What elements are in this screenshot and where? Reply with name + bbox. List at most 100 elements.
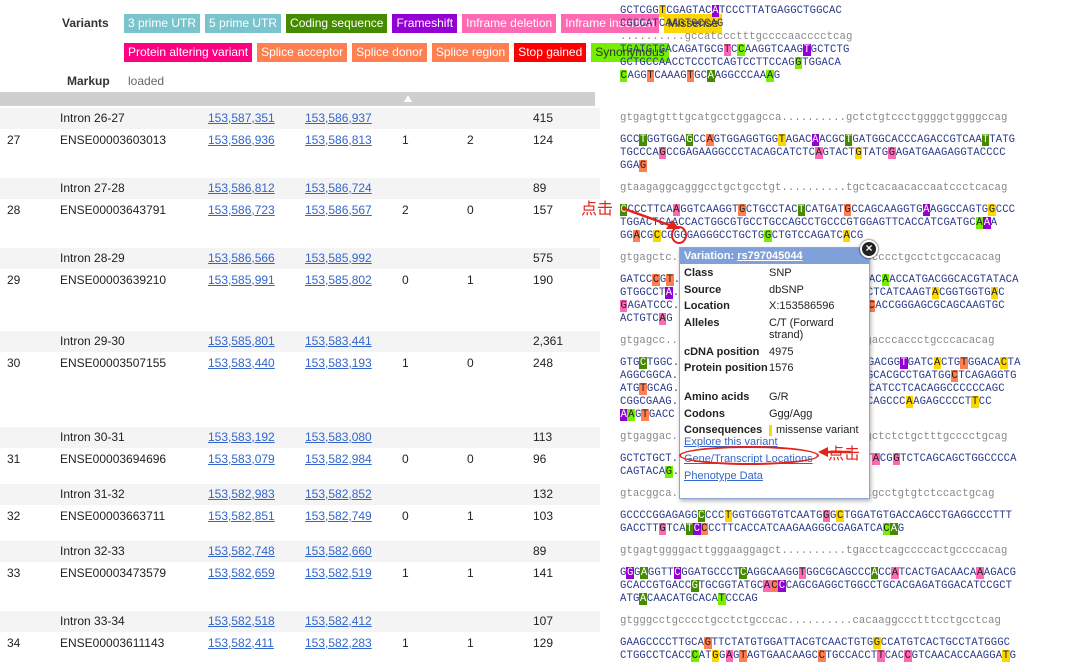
cell-phase-e: 0 <box>467 203 474 217</box>
collapse-bar[interactable] <box>0 92 595 106</box>
cell-end[interactable]: 153,586,813 <box>305 133 372 147</box>
sequence-line: GGAG <box>620 160 647 172</box>
cell-end[interactable]: 153,582,660 <box>305 544 372 558</box>
cell-start[interactable]: 153,586,936 <box>208 133 275 147</box>
coordinate-link[interactable]: 153,582,660 <box>305 544 372 558</box>
cell-start[interactable]: 153,585,801 <box>208 334 275 348</box>
popup-field-value: C/T (Forward strand) <box>769 316 834 341</box>
cell-start[interactable]: 153,583,440 <box>208 356 275 370</box>
coordinate-link[interactable]: 153,583,441 <box>305 334 372 348</box>
coordinate-link[interactable]: 153,582,659 <box>208 566 275 580</box>
coordinate-link[interactable]: 153,586,813 <box>305 133 372 147</box>
coordinate-link[interactable]: 153,585,991 <box>208 273 275 287</box>
sequence-line: TGCCCAGCCGAGAAGGCCCTACAGCATCTCAGTACTGTAT… <box>620 147 1006 159</box>
cell-phase-e: 1 <box>467 509 474 523</box>
coordinate-link[interactable]: 153,586,566 <box>208 251 275 265</box>
coordinate-link[interactable]: 153,587,351 <box>208 111 275 125</box>
cell-phase-s: 1 <box>402 133 409 147</box>
popup-fields: Class SNP Source dbSNP Location X:153586596 Al… <box>680 264 869 436</box>
intron-row: Intron 33-34 153,582,518 153,582,412 107 <box>0 611 600 632</box>
cell-start[interactable]: 153,583,079 <box>208 452 275 466</box>
coordinate-link[interactable]: 153,585,801 <box>208 334 275 348</box>
cell-start[interactable]: 153,583,192 <box>208 430 275 444</box>
cell-end[interactable]: 153,586,724 <box>305 181 372 195</box>
coordinate-link[interactable]: 153,582,851 <box>208 509 275 523</box>
variant-id-link[interactable]: rs797045044 <box>737 250 802 262</box>
sequence-line: ATGACAACATGCACATCCCAG <box>620 593 758 605</box>
coordinate-link[interactable]: 153,586,567 <box>305 203 372 217</box>
variants-label: Variants <box>62 16 109 30</box>
cell-len: 141 <box>533 566 554 580</box>
cell-end[interactable]: 153,582,412 <box>305 614 372 628</box>
cell-start[interactable]: 153,582,659 <box>208 566 275 580</box>
coordinate-link[interactable]: 153,583,440 <box>208 356 275 370</box>
cell-start[interactable]: 153,585,991 <box>208 273 275 287</box>
coordinate-link[interactable]: 153,583,192 <box>208 430 275 444</box>
intron-row: Intron 30-31 153,583,192 153,583,080 113 <box>0 427 600 448</box>
coordinate-link[interactable]: 153,585,802 <box>305 273 372 287</box>
cell-phase-s: 1 <box>402 636 409 650</box>
cell-no: 28 <box>7 203 21 217</box>
legend-protein-altering-variant: Protein altering variant <box>124 43 253 62</box>
sequence-line: gtgagtgtttgcatgcctggagcca..........gctct… <box>620 112 1008 124</box>
cell-end[interactable]: 153,582,283 <box>305 636 372 650</box>
cell-end[interactable]: 153,586,937 <box>305 111 372 125</box>
legend-coding-sequence: Coding sequence <box>286 14 388 33</box>
coordinate-link[interactable]: 153,582,748 <box>208 544 275 558</box>
coordinate-link[interactable]: 153,586,937 <box>305 111 372 125</box>
cell-start[interactable]: 153,582,411 <box>208 636 274 650</box>
cell-start[interactable]: 153,586,723 <box>208 203 275 217</box>
cell-start[interactable]: 153,582,983 <box>208 487 275 501</box>
coordinate-link[interactable]: 153,582,984 <box>305 452 372 466</box>
popup-field-value: SNP <box>769 267 792 279</box>
popup-field-value: G/R <box>769 391 789 403</box>
coordinate-link[interactable]: 153,582,412 <box>305 614 372 628</box>
coordinate-link[interactable]: 153,586,724 <box>305 181 372 195</box>
coordinate-link[interactable]: 153,586,936 <box>208 133 275 147</box>
coordinate-link[interactable]: 153,582,519 <box>305 566 372 580</box>
cell-end[interactable]: 153,583,080 <box>305 430 372 444</box>
coordinate-link[interactable]: 153,582,749 <box>305 509 372 523</box>
exon-row: 33 ENSE00003473579 153,582,659 153,582,519 1… <box>0 563 600 610</box>
cell-id: ENSE00003507155 <box>60 356 167 370</box>
cell-start[interactable]: 153,586,812 <box>208 181 275 195</box>
coordinate-link[interactable]: 153,586,812 <box>208 181 275 195</box>
cell-end[interactable]: 153,585,992 <box>305 251 372 265</box>
coordinate-link[interactable]: 153,582,518 <box>208 614 275 628</box>
coordinate-link[interactable]: 153,582,852 <box>305 487 372 501</box>
cell-end[interactable]: 153,582,749 <box>305 509 372 523</box>
coordinate-link[interactable]: 153,585,992 <box>305 251 372 265</box>
popup-field-value: X:153586596 <box>769 300 835 312</box>
cell-start[interactable]: 153,582,518 <box>208 614 275 628</box>
cell-end[interactable]: 153,585,802 <box>305 273 372 287</box>
cell-id: Intron 32-33 <box>60 544 125 558</box>
coordinate-link[interactable]: 153,586,723 <box>208 203 275 217</box>
coordinate-link[interactable]: 153,582,283 <box>305 636 372 650</box>
cell-end[interactable]: 153,586,567 <box>305 203 372 217</box>
legend-frameshift: Frameshift <box>392 14 458 33</box>
cell-start[interactable]: 153,582,851 <box>208 509 275 523</box>
coordinate-link[interactable]: 153,583,193 <box>305 356 372 370</box>
cell-end[interactable]: 153,582,852 <box>305 487 372 501</box>
cell-end[interactable]: 153,582,984 <box>305 452 372 466</box>
sequence-line: gtgagtggggacttgggaaggagct..........tgacc… <box>620 545 1008 557</box>
coordinate-link[interactable]: 153,582,411 <box>208 636 274 650</box>
collapse-arrow-icon[interactable] <box>404 95 412 102</box>
cell-id: ENSE00003663711 <box>60 509 166 523</box>
cell-end[interactable]: 153,583,193 <box>305 356 372 370</box>
coordinate-link[interactable]: 153,583,079 <box>208 452 275 466</box>
popup-link-phenotype-data[interactable]: Phenotype Data <box>684 470 763 482</box>
cell-end[interactable]: 153,582,519 <box>305 566 372 580</box>
cell-start[interactable]: 153,582,748 <box>208 544 275 558</box>
coordinate-link[interactable]: 153,583,080 <box>305 430 372 444</box>
cell-start[interactable]: 153,586,566 <box>208 251 275 265</box>
cell-len: 107 <box>533 614 554 628</box>
close-icon[interactable]: × <box>860 240 878 258</box>
cell-end[interactable]: 153,583,441 <box>305 334 372 348</box>
legend-3-prime-utr: 3 prime UTR <box>124 14 201 33</box>
popup-field-label: Location <box>684 300 730 312</box>
popup-field-label: Alleles <box>684 316 720 329</box>
coordinate-link[interactable]: 153,582,983 <box>208 487 275 501</box>
cell-start[interactable]: 153,587,351 <box>208 111 275 125</box>
cell-id: ENSE00003643791 <box>60 203 167 217</box>
